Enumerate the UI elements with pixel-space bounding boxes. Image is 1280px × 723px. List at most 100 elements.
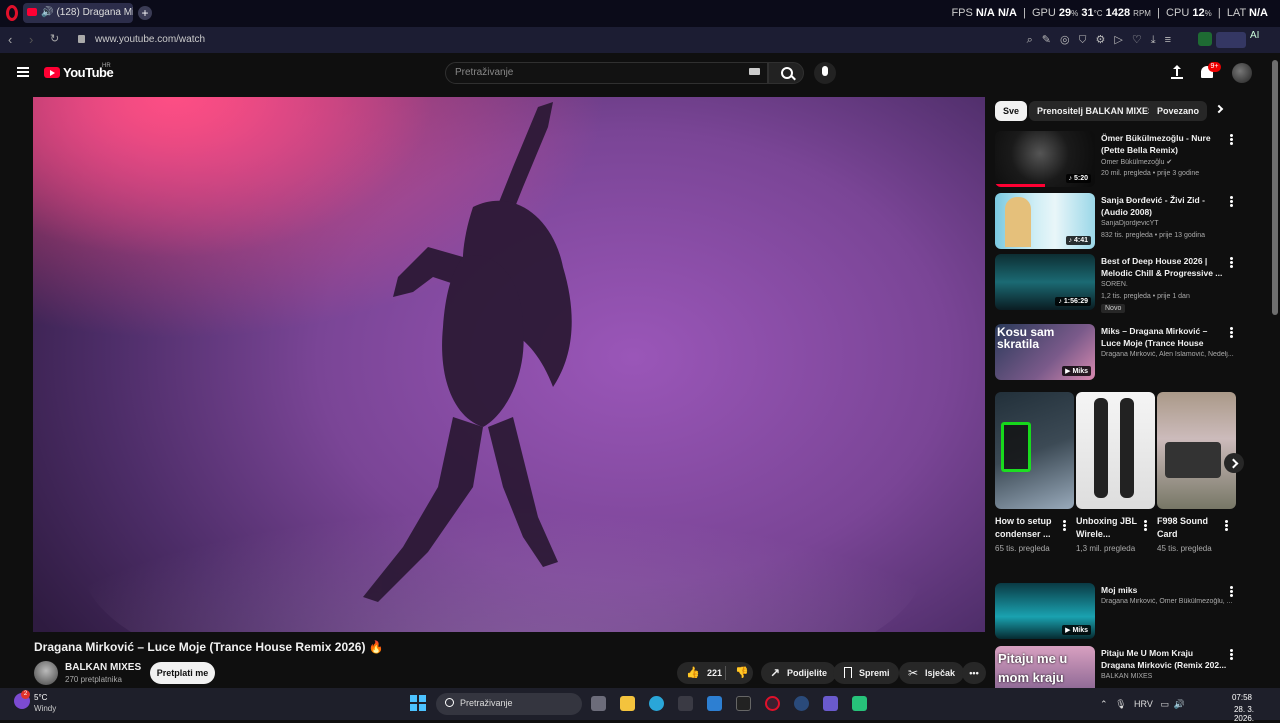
short-thumbnail[interactable] xyxy=(1157,392,1236,509)
subscribe-button[interactable]: Pretplati me xyxy=(150,662,215,684)
scrollbar-thumb[interactable] xyxy=(1272,60,1278,315)
chip-uploader[interactable]: Prenositelj BALKAN MIXES xyxy=(1029,101,1163,121)
windows-taskbar xyxy=(0,688,1280,720)
chevron-right-icon[interactable] xyxy=(1214,104,1224,114)
network-icon[interactable]: ▭ xyxy=(1160,699,1169,709)
extension-icons[interactable]: ⌕✎◎⛉⚙▷♡⤓≡ xyxy=(1027,33,1180,47)
clock-date[interactable]: 28. 3. 2026. xyxy=(1212,705,1254,723)
steam-icon[interactable] xyxy=(794,696,809,711)
url-field[interactable]: www.youtube.com/watch xyxy=(95,34,205,45)
watch-progress-bar xyxy=(995,184,1045,187)
more-vert-icon[interactable] xyxy=(1230,653,1233,656)
taskbar-search-input[interactable]: Pretraživanje xyxy=(436,693,582,715)
opera-logo-icon[interactable] xyxy=(6,5,18,21)
channel-name[interactable]: BALKAN MIXES xyxy=(65,662,141,673)
input-language[interactable]: HRV xyxy=(1134,699,1153,709)
save-button[interactable]: Spremi xyxy=(833,662,899,684)
account-avatar[interactable] xyxy=(1232,63,1252,83)
chevron-up-icon[interactable]: ⌃ xyxy=(1100,699,1108,709)
thumbs-up-icon: 👍 xyxy=(686,667,700,679)
voice-search-button[interactable] xyxy=(814,62,836,84)
reload-icon[interactable]: ↻ xyxy=(50,32,59,45)
scissors-icon: ✂ xyxy=(908,666,919,680)
app-icon[interactable] xyxy=(852,696,867,711)
dancer-silhouette-image xyxy=(33,97,985,632)
system-tray[interactable]: ⌃ 🎙 HRV ▭ 🔊 xyxy=(1100,699,1185,710)
shorts-next-button[interactable] xyxy=(1224,453,1244,473)
thumbs-down-icon[interactable]: 👎 xyxy=(735,667,749,679)
share-button[interactable]: ↗ Podijelite xyxy=(761,662,837,684)
windows-start-button[interactable] xyxy=(410,695,426,711)
weather-alert-badge: 2 xyxy=(21,690,30,699)
chip-all[interactable]: Sve xyxy=(995,101,1028,121)
weather-condition[interactable]: Windy xyxy=(34,704,56,713)
store-icon[interactable] xyxy=(678,696,693,711)
more-vert-icon[interactable] xyxy=(1230,138,1233,141)
like-count: 221 xyxy=(707,668,723,678)
video-thumbnail[interactable]: Kosu sam skratila ▶ Miks xyxy=(995,324,1095,380)
like-button[interactable]: 👍 221 👎 xyxy=(677,662,753,684)
video-thumbnail[interactable]: ♪ 5:20 xyxy=(995,131,1095,187)
keyboard-icon[interactable] xyxy=(749,68,760,75)
opera-taskbar-icon[interactable] xyxy=(765,696,780,711)
browser-tab[interactable]: 🔊(128) Dragana Mirkov xyxy=(23,3,133,23)
list-item[interactable]: ♪ 4:41 Sanja Đorđević - Živi Zid - (Audi… xyxy=(995,193,1245,251)
performance-hud: FPS N/A N/A | GPU 29% 31°C 1428 RPM | CP… xyxy=(951,7,1268,19)
microphone-icon[interactable]: 🎙 xyxy=(1115,699,1126,709)
list-item[interactable]: Pitaju me u mom kraju Pitaju Me U Mom Kr… xyxy=(995,646,1245,688)
clip-button[interactable]: ✂ Isječak xyxy=(899,662,965,684)
epic-games-icon[interactable] xyxy=(736,696,751,711)
list-item[interactable]: ▶ Miks Moj miks Dragana Mirković, Ömer B… xyxy=(995,583,1245,641)
more-icon: ••• xyxy=(969,668,979,678)
video-thumbnail[interactable]: ♪ 4:41 xyxy=(995,193,1095,249)
teams-icon[interactable] xyxy=(823,696,838,711)
video-thumbnail[interactable]: ♪ 1:56:29 xyxy=(995,254,1095,310)
youtube-logo-icon[interactable] xyxy=(44,67,60,78)
bookmark-icon xyxy=(844,667,852,678)
file-explorer-icon[interactable] xyxy=(620,696,635,711)
lock-icon[interactable] xyxy=(78,35,85,43)
new-tab-button[interactable]: + xyxy=(138,6,152,20)
more-vert-icon[interactable] xyxy=(1230,200,1233,203)
clock-time[interactable]: 07:58 xyxy=(1230,693,1252,702)
list-item[interactable]: Kosu sam skratila ▶ Miks Miks – Dragana … xyxy=(995,324,1245,382)
video-player[interactable] xyxy=(33,97,985,632)
ai-button[interactable]: AI xyxy=(1250,30,1259,41)
search-input[interactable]: Pretraživanje xyxy=(445,62,768,84)
mail-icon[interactable] xyxy=(707,696,722,711)
more-vert-icon[interactable] xyxy=(1063,524,1066,527)
short-item[interactable]: F998 Sound Card 45 tis. pregleda xyxy=(1157,392,1236,555)
weather-temperature[interactable]: 5°C xyxy=(34,693,47,702)
more-vert-icon[interactable] xyxy=(1230,590,1233,593)
video-thumbnail[interactable]: ▶ Miks xyxy=(995,583,1095,639)
chip-related[interactable]: Povezano xyxy=(1149,101,1208,121)
short-thumbnail[interactable] xyxy=(1076,392,1155,509)
speaker-icon[interactable]: 🔊 xyxy=(41,7,53,18)
forward-icon[interactable]: › xyxy=(29,32,33,47)
volume-icon[interactable]: 🔊 xyxy=(1174,699,1185,709)
short-item[interactable]: Unboxing JBL Wirele... 1,3 mil. pregleda xyxy=(1076,392,1155,555)
video-thumbnail[interactable]: Pitaju me u mom kraju xyxy=(995,646,1095,688)
list-item[interactable]: ♪ 5:20 Ömer Bükülmezoğlu - Nure (Pette B… xyxy=(995,131,1245,189)
more-vert-icon[interactable] xyxy=(1230,261,1233,264)
more-vert-icon[interactable] xyxy=(1144,524,1147,527)
list-item[interactable]: ♪ 1:56:29 Best of Deep House 2026 | Melo… xyxy=(995,254,1245,313)
more-actions-button[interactable]: ••• xyxy=(962,662,986,684)
address-bar: ‹ › ↻ www.youtube.com/watch ⌕✎◎⛉⚙▷♡⤓≡ xyxy=(0,27,1280,53)
short-item[interactable]: How to setup condenser ... 65 tis. pregl… xyxy=(995,392,1074,555)
share-icon: ↗ xyxy=(770,666,781,680)
edge-icon[interactable] xyxy=(649,696,664,711)
menu-icon[interactable] xyxy=(17,67,29,77)
channel-avatar[interactable] xyxy=(34,661,58,685)
video-title: Dragana Mirković – Luce Moje (Trance Hou… xyxy=(34,640,384,654)
search-button[interactable] xyxy=(768,62,804,84)
cube-icon[interactable] xyxy=(1216,32,1246,48)
more-vert-icon[interactable] xyxy=(1230,331,1233,334)
new-badge: Novo xyxy=(1101,304,1126,313)
back-icon[interactable]: ‹ xyxy=(8,32,12,47)
more-vert-icon[interactable] xyxy=(1225,524,1228,527)
create-icon[interactable] xyxy=(1171,65,1183,79)
extension-icon[interactable] xyxy=(1198,32,1212,46)
task-view-icon[interactable] xyxy=(591,696,606,711)
short-thumbnail[interactable] xyxy=(995,392,1074,509)
